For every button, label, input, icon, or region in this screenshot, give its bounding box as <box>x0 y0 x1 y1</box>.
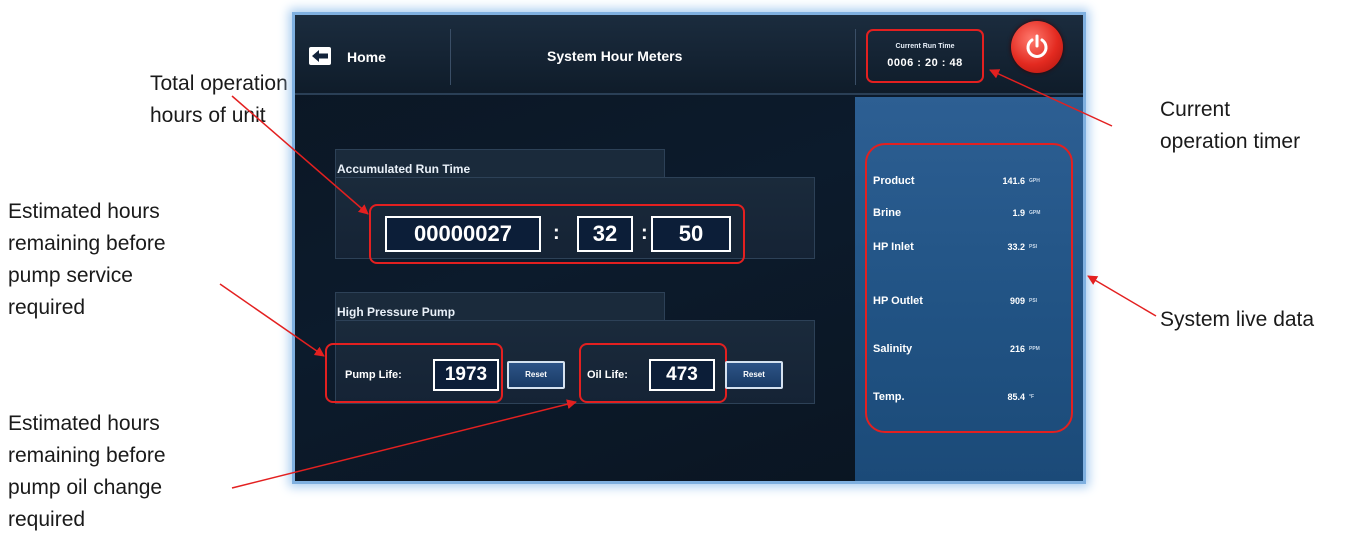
live-data-row: HP Inlet 33.2 PSI <box>873 241 1063 259</box>
oil-life-value: 473 <box>649 359 715 391</box>
annotation-live-data: System live data <box>1160 304 1360 336</box>
live-data-label: Temp. <box>873 391 905 403</box>
live-data-label: Salinity <box>873 343 913 355</box>
pump-life-reset-button[interactable]: Reset <box>507 361 565 389</box>
live-data-unit: GPH <box>1029 178 1040 184</box>
annotation-pump-service: Estimated hours remaining before pump se… <box>8 196 228 324</box>
live-data-label: Brine <box>873 207 902 219</box>
annotation-line: remaining before <box>8 232 166 255</box>
pump-life-value: 1973 <box>433 359 499 391</box>
accumulated-heading: Accumulated Run Time <box>337 162 471 176</box>
annotation-line: System live data <box>1160 308 1315 331</box>
live-data-unit: PSI <box>1029 298 1038 304</box>
annotation-line: required <box>8 296 86 319</box>
annotation-line: required <box>8 508 86 531</box>
divider <box>855 29 856 85</box>
annotation-line: pump service <box>8 264 133 287</box>
live-data-unit: °F <box>1029 394 1035 400</box>
current-run-time-caption: Current Run Time <box>895 43 955 50</box>
annotation-line: operation timer <box>1160 130 1301 153</box>
annotation-oil-change: Estimated hours remaining before pump oi… <box>8 408 228 536</box>
page-title: System Hour Meters <box>547 48 683 64</box>
divider <box>450 29 451 85</box>
annotation-line: pump oil change <box>8 476 163 499</box>
accumulated-hours: 00000027 <box>385 216 541 252</box>
accumulated-seconds: 50 <box>651 216 731 252</box>
annotation-line: Current <box>1160 98 1231 121</box>
live-data-value: 216 <box>1009 344 1025 354</box>
live-data-label: HP Inlet <box>873 241 914 253</box>
live-data-row: HP Outlet 909 PSI <box>873 295 1063 313</box>
live-data-row: Product 141.6 GPH <box>873 175 1063 193</box>
live-data-unit: PSI <box>1029 244 1038 250</box>
device-screen: Home System Hour Meters Current Run Time… <box>292 12 1086 484</box>
power-icon <box>1026 34 1048 58</box>
live-data-value: 85.4 <box>1007 392 1025 402</box>
annotation-current-timer: Current operation timer <box>1160 94 1360 158</box>
top-bar: Home System Hour Meters Current Run Time… <box>295 15 1083 95</box>
live-data-label: HP Outlet <box>873 295 923 307</box>
live-data-value: 33.2 <box>1007 242 1025 252</box>
annotation-line: remaining before <box>8 444 166 467</box>
annotation-line: Estimated hours <box>8 200 160 223</box>
home-button[interactable]: Home <box>347 49 386 65</box>
live-data-row: Temp. 85.4 °F <box>873 391 1063 409</box>
live-data-row: Brine 1.9 GPM <box>873 207 1063 225</box>
time-separator: : <box>641 222 648 244</box>
pump-heading: High Pressure Pump <box>337 305 456 319</box>
oil-life-reset-button[interactable]: Reset <box>725 361 783 389</box>
arrow-live-data <box>1087 275 1157 317</box>
live-data-value: 909 <box>1009 296 1025 306</box>
annotation-line: Estimated hours <box>8 412 160 435</box>
live-data-unit: PPM <box>1029 346 1040 352</box>
current-run-time-display: Current Run Time 0006 : 20 : 48 <box>866 29 984 83</box>
live-data-row: Salinity 216 PPM <box>873 343 1063 361</box>
power-button[interactable] <box>1011 21 1063 73</box>
oil-life-label: Oil Life: <box>587 369 628 381</box>
live-data-value: 1.9 <box>1012 208 1025 218</box>
live-data-label: Product <box>873 175 915 187</box>
live-data-value: 141.6 <box>1002 176 1025 186</box>
back-arrow-icon[interactable] <box>309 47 331 65</box>
accumulated-minutes: 32 <box>577 216 633 252</box>
live-data-unit: GPM <box>1029 210 1041 216</box>
time-separator: : <box>553 222 560 244</box>
pump-life-label: Pump Life: <box>345 369 402 381</box>
current-run-time-value: 0006 : 20 : 48 <box>887 57 963 69</box>
live-data-panel: Product 141.6 GPH Brine 1.9 GPM HP Inlet… <box>855 97 1083 481</box>
